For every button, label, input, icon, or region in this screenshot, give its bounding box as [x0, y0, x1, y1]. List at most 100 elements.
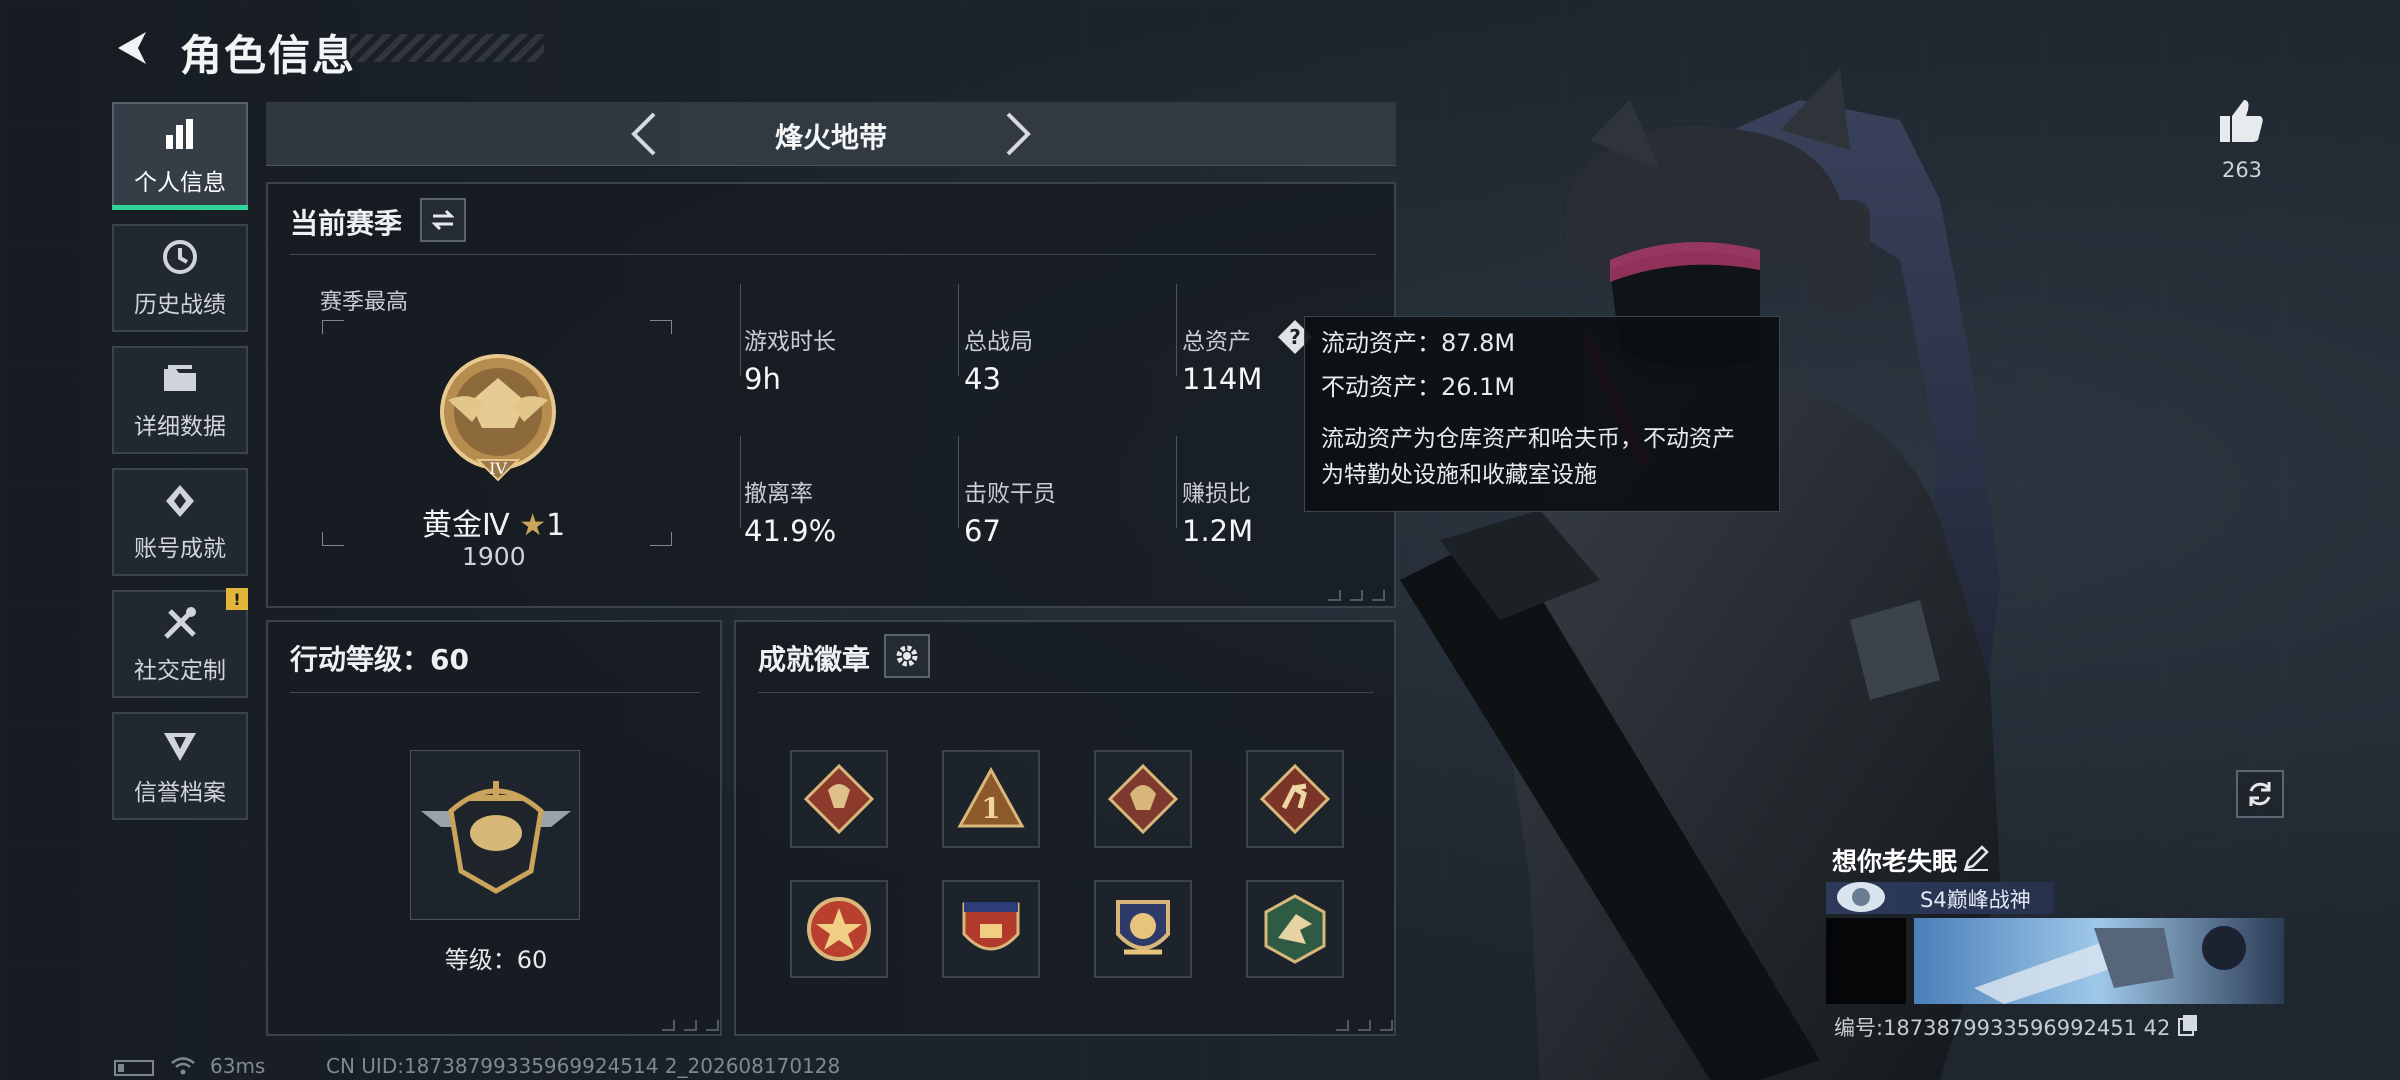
- season-best-label: 赛季最高: [320, 290, 409, 315]
- season-panel: 当前赛季 赛季最高 IV 黄金Ⅳ ★1 1900 游戏时长 9h 总战局 43 …: [266, 182, 1396, 608]
- rank-name-text: 黄金Ⅳ: [422, 508, 510, 543]
- badges-title: 成就徽章: [758, 643, 871, 676]
- rank-stars: 1: [546, 508, 566, 543]
- client-uid: CN UID:18738799335969924514 2_2026081701…: [326, 1054, 841, 1078]
- badge-slot[interactable]: [790, 880, 888, 978]
- divider: [958, 436, 959, 528]
- level-label: 等级：60: [444, 946, 548, 974]
- corner-decoration: [1336, 1020, 1393, 1031]
- sidebar-item-achievements[interactable]: 账号成就: [112, 468, 248, 576]
- edit-pencil-icon[interactable]: [1962, 844, 1990, 872]
- network-latency: 63ms: [210, 1054, 266, 1078]
- history-clock-icon: [163, 240, 197, 274]
- refresh-button[interactable]: [2236, 770, 2284, 818]
- stat-kills-value: 67: [964, 514, 1001, 548]
- divider: [740, 284, 741, 376]
- divider: [958, 284, 959, 376]
- swap-icon: [431, 209, 455, 231]
- stat-total-matches-label: 总战局: [964, 329, 1033, 355]
- wifi-icon: [171, 1057, 195, 1075]
- divider: [290, 254, 1376, 255]
- rank-name: 黄金Ⅳ ★1: [422, 500, 565, 544]
- battery-icon: [114, 1060, 154, 1076]
- mode-title: 烽火地带: [774, 121, 887, 154]
- badge-settings-button[interactable]: [884, 634, 930, 678]
- star-icon: ★: [519, 508, 547, 543]
- stat-profit-ratio-value: 1.2M: [1182, 514, 1254, 548]
- thumbs-up-icon[interactable]: [2216, 96, 2266, 146]
- page-title: 角色信息: [180, 31, 357, 80]
- action-level-title: 行动等级：60: [290, 643, 469, 676]
- tooltip-liquid-assets: 流动资产：87.8M: [1321, 329, 1516, 357]
- player-title: S4巅峰战神: [1920, 888, 2031, 912]
- badge-slot[interactable]: [942, 880, 1040, 978]
- stat-total-assets-label: 总资产: [1182, 329, 1251, 355]
- dragon-badge-2-icon: [1108, 764, 1178, 834]
- tooltip-description-line-1: 流动资产为仓库资产和哈夫币，不动资产: [1321, 426, 1735, 452]
- assets-tooltip: 流动资产：87.8M 不动资产：26.1M 流动资产为仓库资产和哈夫币，不动资产…: [1304, 316, 1780, 512]
- badge-slot[interactable]: [1094, 880, 1192, 978]
- sidebar-item-history[interactable]: 历史战绩: [112, 224, 248, 332]
- folder-icon: [164, 365, 196, 391]
- stat-extract-rate-label: 撤离率: [744, 481, 813, 507]
- badge-slot[interactable]: 1: [942, 750, 1040, 848]
- divider: [758, 692, 1374, 693]
- refresh-icon: [2249, 782, 2271, 806]
- svg-text:1: 1: [981, 792, 1000, 825]
- badge-slot[interactable]: [790, 750, 888, 848]
- back-arrow-icon[interactable]: [110, 26, 154, 70]
- mode-selector: 烽火地带: [266, 102, 1396, 166]
- credit-emblem-icon: [164, 733, 196, 761]
- divider: [1176, 436, 1177, 528]
- player-banner-image: [1914, 918, 2284, 1004]
- bar-chart-icon: [166, 119, 193, 149]
- notice-badge: !: [226, 588, 248, 610]
- stat-play-time-value: 9h: [744, 362, 781, 396]
- copy-icon[interactable]: [2176, 1012, 2200, 1036]
- corner-decoration: [1328, 590, 1385, 601]
- like-count: 263: [2221, 158, 2263, 182]
- tools-icon: [164, 607, 196, 639]
- player-id: 编号:1873879933596992451 42: [1834, 1016, 2171, 1040]
- badge-slot[interactable]: [1246, 880, 1344, 978]
- sidebar-item-label: 详细数据: [134, 414, 226, 440]
- stat-kills-label: 击败干员: [964, 481, 1056, 507]
- sidebar-item-personal-info[interactable]: 个人信息: [112, 102, 248, 210]
- helicopter-emblem-icon: [421, 781, 571, 894]
- wing-badge-icon: [1116, 900, 1170, 955]
- badge-slot[interactable]: [1094, 750, 1192, 848]
- star-shield-badge-icon: [807, 897, 871, 961]
- sidebar-item-label: 社交定制: [134, 658, 226, 684]
- svg-text:IV: IV: [489, 459, 507, 478]
- title-decoration: [350, 34, 544, 62]
- runner-badge-icon: [1260, 764, 1330, 834]
- stat-total-matches-value: 43: [964, 362, 1001, 396]
- action-level-panel: 行动等级：60 等级：60: [266, 620, 722, 1036]
- tooltip-description-line-2: 为特勤处设施和收藏室设施: [1321, 462, 1597, 488]
- rank-one-badge-icon: 1: [957, 766, 1025, 828]
- badges-panel: 成就徽章 1: [734, 620, 1396, 1036]
- svg-text:?: ?: [1289, 325, 1301, 349]
- tank-badge-icon: [962, 902, 1020, 951]
- next-mode-arrow-icon[interactable]: [994, 110, 1040, 158]
- level-emblem-frame: [410, 750, 580, 920]
- sidebar-item-credit[interactable]: 信誉档案: [112, 712, 248, 820]
- sidebar-item-detail-data[interactable]: 详细数据: [112, 346, 248, 454]
- rank-score: 1900: [462, 542, 526, 571]
- eagle-badge-icon: [1264, 894, 1326, 964]
- stat-total-assets-value: 114M: [1182, 362, 1263, 396]
- avatar[interactable]: [1826, 918, 1906, 1004]
- dragon-badge-icon: [804, 764, 874, 834]
- sidebar-item-label: 信誉档案: [134, 780, 226, 806]
- sidebar-item-label: 历史战绩: [134, 292, 226, 318]
- gold-rank-emblem-icon: IV: [440, 354, 556, 482]
- divider: [290, 692, 700, 693]
- badge-slot[interactable]: [1246, 750, 1344, 848]
- sidebar-item-label: 个人信息: [134, 170, 226, 196]
- tooltip-fixed-assets: 不动资产：26.1M: [1321, 373, 1516, 401]
- divider: [740, 436, 741, 528]
- stat-extract-rate-value: 41.9%: [744, 514, 837, 548]
- switch-season-button[interactable]: [420, 198, 466, 242]
- sidebar-item-label: 账号成就: [134, 536, 226, 562]
- season-title: 当前赛季: [290, 207, 403, 240]
